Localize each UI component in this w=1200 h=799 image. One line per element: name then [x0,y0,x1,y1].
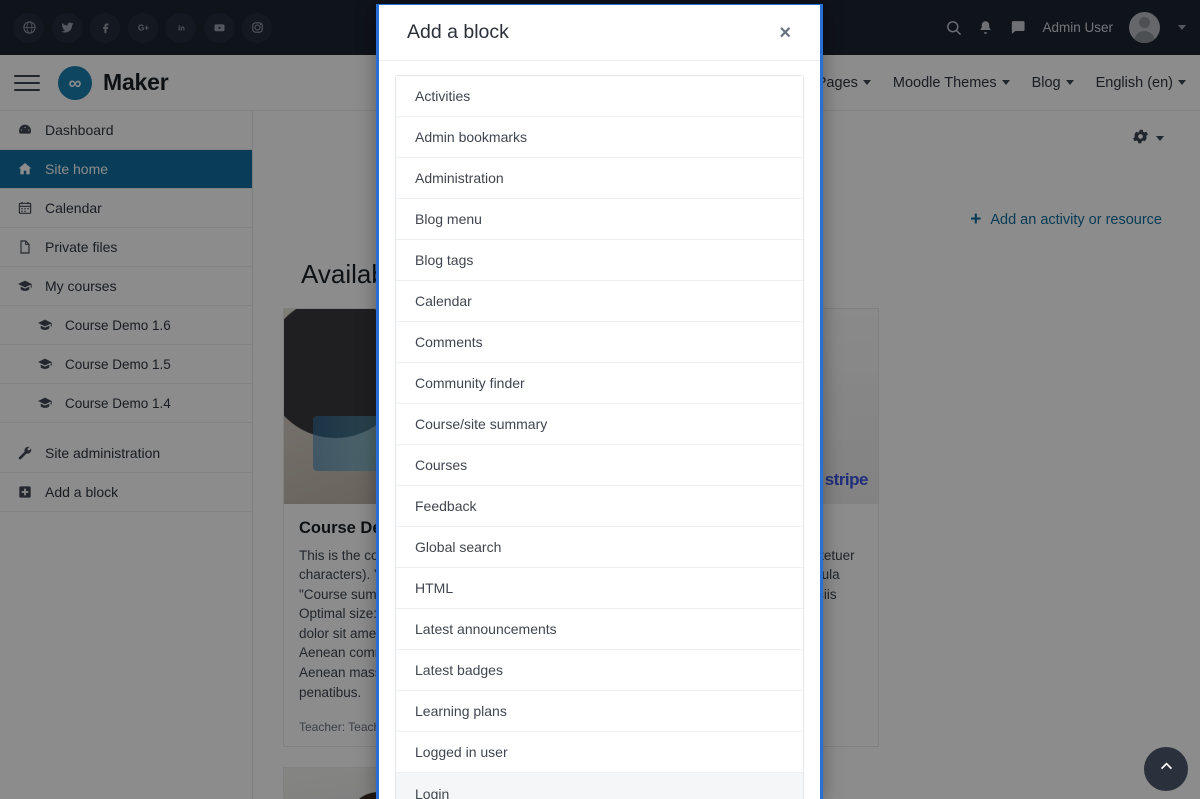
block-option-community-finder[interactable]: Community finder [396,363,803,404]
block-option-label: Blog tags [415,252,474,268]
app-root: G+ in Admin User ∞ Maker Pages Moodle Th… [0,0,1200,799]
block-option-label: Community finder [415,375,525,391]
block-option-label: HTML [415,580,454,596]
block-option-administration[interactable]: Administration [396,158,803,199]
add-a-block-modal: Add a block × Activities Admin bookmarks A… [376,4,823,799]
block-option-label: Blog menu [415,211,482,227]
block-option-login[interactable]: Login [396,773,803,799]
block-option-courses[interactable]: Courses [396,445,803,486]
block-option-label: Learning plans [415,703,507,719]
modal-body: Activities Admin bookmarks Administration B… [379,61,820,799]
block-option-label: Login [415,785,450,799]
block-option-label: Feedback [415,498,477,514]
block-option-blog-menu[interactable]: Blog menu [396,199,803,240]
block-option-latest-badges[interactable]: Latest badges [396,650,803,691]
block-option-calendar[interactable]: Calendar [396,281,803,322]
block-option-learning-plans[interactable]: Learning plans [396,691,803,732]
block-option-global-search[interactable]: Global search [396,527,803,568]
block-option-activities[interactable]: Activities [396,76,803,117]
chevron-up-icon [1158,758,1175,780]
modal-header: Add a block × [379,5,820,61]
block-option-label: Admin bookmarks [415,129,528,145]
block-option-label: Calendar [415,293,472,309]
block-option-label: Latest announcements [415,621,557,637]
modal-title: Add a block [407,21,509,43]
block-option-latest-announcements[interactable]: Latest announcements [396,609,803,650]
block-option-label: Global search [415,539,502,555]
block-option-html[interactable]: HTML [396,568,803,609]
block-option-logged-in-user[interactable]: Logged in user [396,732,803,773]
block-option-blog-tags[interactable]: Blog tags [396,240,803,281]
block-option-label: Course/site summary [415,416,548,432]
block-option-course-site-summary[interactable]: Course/site summary [396,404,803,445]
block-option-label: Activities [415,88,471,104]
block-option-comments[interactable]: Comments [396,322,803,363]
block-option-label: Administration [415,170,504,186]
block-option-label: Comments [415,334,483,350]
block-option-label: Latest badges [415,662,503,678]
block-option-label: Courses [415,457,468,473]
block-option-feedback[interactable]: Feedback [396,486,803,527]
block-list: Activities Admin bookmarks Administration B… [395,75,804,799]
block-option-label: Logged in user [415,744,508,760]
back-to-top-button[interactable] [1144,747,1188,791]
close-icon[interactable]: × [773,19,797,47]
block-option-admin-bookmarks[interactable]: Admin bookmarks [396,117,803,158]
